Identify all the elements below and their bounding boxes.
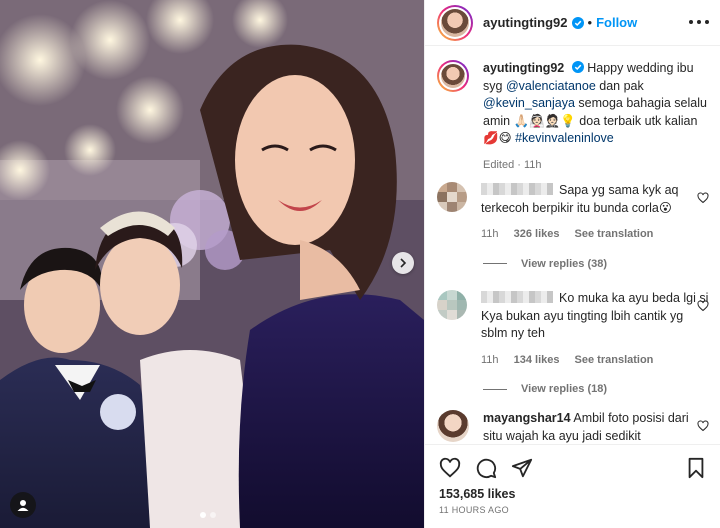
carousel-indicator	[200, 512, 216, 518]
bookmark-icon[interactable]	[685, 457, 707, 479]
post-caption: ayutingting92 Happy wedding ibu syg @val…	[437, 60, 709, 174]
tagged-users-button[interactable]	[10, 492, 36, 518]
follow-button[interactable]: Follow	[596, 15, 637, 30]
heart-icon[interactable]	[697, 420, 709, 432]
caption-meta: Edited · 11h	[483, 158, 542, 171]
verified-icon	[571, 61, 584, 73]
next-photo-button[interactable]	[392, 252, 414, 274]
commenter-name-blurred[interactable]	[481, 183, 553, 195]
commenter-avatar-blurred[interactable]	[437, 290, 467, 320]
separator-dot: •	[587, 15, 593, 30]
caption-avatar[interactable]	[437, 60, 469, 92]
comment-meta: 11h 134 likes See translation	[481, 352, 709, 370]
caption-text-2: dan pak	[595, 78, 644, 93]
wedding-photo-illustration	[0, 0, 424, 528]
see-translation-link[interactable]: See translation	[575, 228, 654, 240]
caption-username[interactable]: ayutingting92	[483, 61, 564, 75]
comment-time: 11h	[481, 228, 499, 240]
verified-icon	[571, 16, 584, 29]
see-translation-link[interactable]: See translation	[575, 354, 654, 366]
comment-time: 11h	[481, 353, 499, 366]
heart-icon[interactable]	[697, 300, 709, 312]
author-avatar[interactable]	[437, 4, 473, 41]
view-replies-button[interactable]: View replies (38)	[483, 258, 709, 270]
more-options-icon[interactable]	[689, 14, 709, 30]
post-actions: 153,685 likes 11 HOURS AGO	[425, 444, 720, 528]
post-timestamp: 11 HOURS AGO	[439, 505, 509, 515]
commenter-avatar-blurred[interactable]	[437, 182, 467, 212]
commenter-avatar[interactable]	[437, 410, 469, 442]
author-username[interactable]: ayutingting92	[483, 15, 568, 30]
comment-likes[interactable]: 326 likes	[514, 228, 560, 240]
carousel-dot-active	[200, 512, 206, 518]
heart-icon[interactable]	[439, 457, 461, 479]
post-side-panel: ayutingting92 • Follow ayutingting92 Hap…	[424, 0, 720, 528]
view-replies-label: View replies (38)	[521, 257, 608, 270]
post-photo[interactable]	[0, 0, 424, 528]
comment-likes[interactable]: 134 likes	[514, 354, 560, 366]
comment-item: mayangshar14 Ambil foto posisi dari situ…	[437, 410, 709, 444]
post-header: ayutingting92 • Follow	[425, 0, 720, 46]
likes-count[interactable]: 153,685 likes	[439, 487, 515, 501]
commenter-username[interactable]: mayangshar14	[483, 411, 571, 425]
commenter-name-blurred[interactable]	[481, 291, 553, 303]
hashtag-link[interactable]: #kevinvaleninlove	[515, 131, 614, 145]
chevron-right-icon	[400, 258, 407, 268]
view-replies-button[interactable]: View replies (18)	[483, 383, 709, 395]
comment-icon[interactable]	[475, 457, 497, 479]
heart-icon[interactable]	[697, 192, 709, 204]
view-replies-label: View replies (18)	[521, 383, 608, 395]
user-tag-icon	[17, 500, 29, 511]
mention-link[interactable]: @kevin_sanjaya	[483, 96, 575, 110]
comment-meta: 11h 326 likes See translation	[481, 226, 709, 244]
comment-item: Sapa yg sama kyk aq terkecoh berpikir it…	[437, 182, 709, 270]
comment-item: Ko muka ka ayu beda lgi si Kya bukan ayu…	[437, 290, 709, 395]
comments-list[interactable]: ayutingting92 Happy wedding ibu syg @val…	[425, 46, 720, 444]
carousel-dot	[210, 512, 216, 518]
share-icon[interactable]	[511, 457, 533, 479]
mention-link[interactable]: @valenciatanoe	[506, 79, 596, 93]
